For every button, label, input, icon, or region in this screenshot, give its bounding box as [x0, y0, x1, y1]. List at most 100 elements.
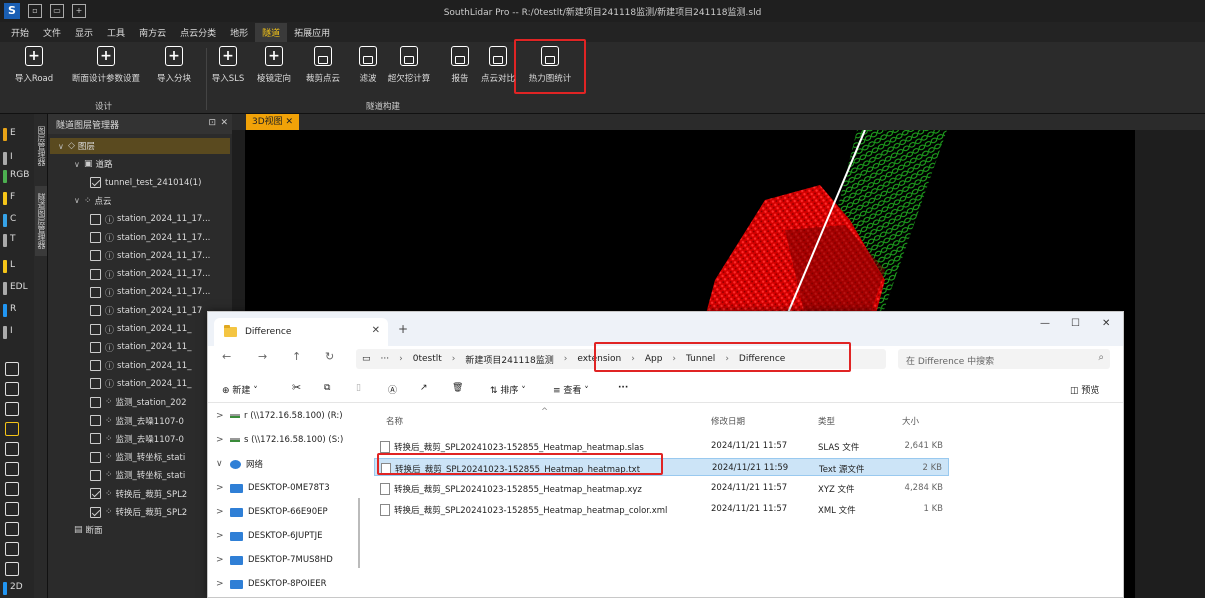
close-window-button[interactable]: ✕: [1102, 318, 1110, 329]
checkbox[interactable]: [90, 213, 101, 225]
nav-item[interactable]: > DESKTOP-8POIEER: [216, 573, 358, 595]
col-size[interactable]: 大小: [902, 415, 919, 427]
checkbox[interactable]: [90, 177, 101, 189]
checkbox[interactable]: [90, 415, 101, 426]
new-button[interactable]: ⊕ 新建 ˅: [222, 383, 258, 396]
menu-item[interactable]: 南方云: [132, 23, 173, 42]
ribbon-button[interactable]: 断面设计参数设置: [66, 46, 146, 84]
checkbox[interactable]: [90, 396, 101, 408]
nav-item[interactable]: > r (\\172.16.58.100) (R:): [216, 405, 358, 427]
menu-item[interactable]: 点云分类: [173, 23, 223, 42]
tree-row[interactable]: ∨ ◇ 图层: [58, 138, 230, 154]
checkbox[interactable]: [90, 305, 101, 317]
chevron-icon[interactable]: ∨: [216, 459, 230, 469]
menu-item[interactable]: 文件: [36, 23, 68, 42]
menu-item[interactable]: 显示: [68, 23, 100, 42]
chevron-icon[interactable]: >: [216, 483, 230, 493]
col-date[interactable]: 修改日期: [711, 415, 745, 427]
strip-item[interactable]: R: [2, 304, 32, 322]
ribbon-button[interactable]: 导入SLS: [202, 46, 254, 84]
nav-item[interactable]: > DESKTOP-6JUPTJE: [216, 525, 358, 547]
quick-open-icon[interactable]: ▭: [50, 4, 64, 18]
tool-icon[interactable]: [5, 502, 19, 516]
col-name[interactable]: 名称: [386, 415, 403, 427]
tool-icon[interactable]: [5, 382, 19, 396]
tool-icon[interactable]: [5, 542, 19, 556]
ribbon-button[interactable]: 超欠挖计算: [383, 46, 435, 84]
checkbox[interactable]: [90, 286, 101, 298]
pin-icon[interactable]: ⊡: [208, 118, 216, 128]
nav-item[interactable]: > DESKTOP-7MUS8HD: [216, 549, 358, 571]
chevron-down-icon[interactable]: ∨: [58, 142, 68, 151]
side-tab-tunnel-layer-manager[interactable]: 隧道图层管理器: [35, 186, 47, 256]
tool-icon[interactable]: [5, 422, 19, 436]
strip-item[interactable]: I: [2, 152, 32, 170]
checkbox[interactable]: [90, 268, 101, 280]
quick-save-icon[interactable]: ▫: [28, 4, 42, 18]
file-row[interactable]: 转换后_裁剪_SPL20241023-152855_Heatmap_heatma…: [374, 479, 949, 497]
strip-item[interactable]: 2D: [2, 582, 32, 598]
more-button[interactable]: ···: [618, 383, 628, 393]
ribbon-button[interactable]: 热力图统计: [518, 46, 582, 84]
checkbox[interactable]: [90, 469, 101, 481]
tool-icon[interactable]: [5, 522, 19, 536]
ribbon-button[interactable]: 导入分块: [148, 46, 200, 84]
strip-item[interactable]: F: [2, 192, 32, 210]
chevron-icon[interactable]: >: [216, 435, 230, 445]
ribbon-button[interactable]: 点云对比: [472, 46, 524, 84]
nav-item[interactable]: > DESKTOP-66E90EP: [216, 501, 358, 523]
menu-item[interactable]: 隧道: [255, 22, 288, 42]
strip-item[interactable]: C: [2, 214, 32, 232]
menu-item[interactable]: 开始: [4, 23, 36, 42]
breadcrumb-item[interactable]: ···: [381, 354, 390, 364]
file-row[interactable]: 转换后_裁剪_SPL20241023-152855_Heatmap_heatma…: [374, 500, 949, 518]
checkbox[interactable]: [90, 232, 101, 243]
copy-icon[interactable]: ⧉: [324, 383, 330, 393]
view-button[interactable]: ≡ 查看 ˅: [553, 383, 589, 396]
tree-row[interactable]: tunnel_test_241014(1): [90, 175, 230, 191]
forward-button[interactable]: →: [258, 350, 267, 363]
strip-item[interactable]: RGB: [2, 170, 32, 188]
nav-item[interactable]: > DESKTOP-0ME78T3: [216, 477, 358, 499]
menu-item[interactable]: 地形: [223, 23, 255, 42]
tool-icon[interactable]: [5, 442, 19, 456]
close-icon[interactable]: ✕: [220, 118, 228, 128]
tool-icon[interactable]: [5, 362, 19, 376]
tree-row[interactable]: ⓘ station_2024_11_17...: [90, 230, 230, 246]
strip-item[interactable]: L: [2, 260, 32, 278]
chevron-icon[interactable]: >: [216, 579, 230, 589]
tree-row[interactable]: ⓘ station_2024_11_17...: [90, 211, 230, 227]
tree-row[interactable]: ⓘ station_2024_11_17...: [90, 266, 230, 282]
chevron-icon[interactable]: >: [216, 411, 230, 421]
tree-row[interactable]: ∨ ⁘ 点云: [74, 193, 230, 209]
side-tab-layer-manager[interactable]: 图层管理器: [35, 126, 47, 166]
new-tab-button[interactable]: +: [398, 322, 408, 336]
tool-icon[interactable]: [5, 402, 19, 416]
minimize-button[interactable]: —: [1040, 318, 1050, 329]
checkbox[interactable]: [90, 323, 101, 335]
nav-item[interactable]: ∨ 网络: [216, 453, 358, 475]
search-input[interactable]: 在 Difference 中搜索 ⌕: [898, 349, 1110, 369]
tool-icon[interactable]: [5, 482, 19, 496]
cut-icon[interactable]: ✂: [292, 381, 301, 394]
checkbox[interactable]: [90, 488, 101, 500]
share-icon[interactable]: ↗: [420, 383, 428, 393]
refresh-button[interactable]: ↻: [325, 350, 334, 363]
menu-item[interactable]: 拓展应用: [287, 23, 337, 42]
strip-item[interactable]: E: [2, 128, 32, 146]
strip-item[interactable]: I: [2, 326, 32, 344]
ribbon-button[interactable]: 棱镜定向: [248, 46, 300, 84]
quick-new-icon[interactable]: +: [72, 4, 86, 18]
checkbox[interactable]: [90, 250, 101, 262]
tool-icon[interactable]: [5, 462, 19, 476]
checkbox[interactable]: [90, 360, 101, 372]
breadcrumb-item[interactable]: 0testlt: [413, 354, 442, 364]
chevron-icon[interactable]: >: [216, 555, 230, 565]
tab-3d-view[interactable]: 3D视图 ✕: [246, 114, 300, 130]
menu-item[interactable]: 工具: [100, 23, 132, 42]
delete-icon[interactable]: 🗑: [452, 383, 463, 393]
strip-item[interactable]: EDL: [2, 282, 32, 300]
tab-close-icon[interactable]: ✕: [372, 325, 380, 336]
maximize-button[interactable]: ☐: [1071, 318, 1080, 329]
col-type[interactable]: 类型: [818, 415, 835, 427]
